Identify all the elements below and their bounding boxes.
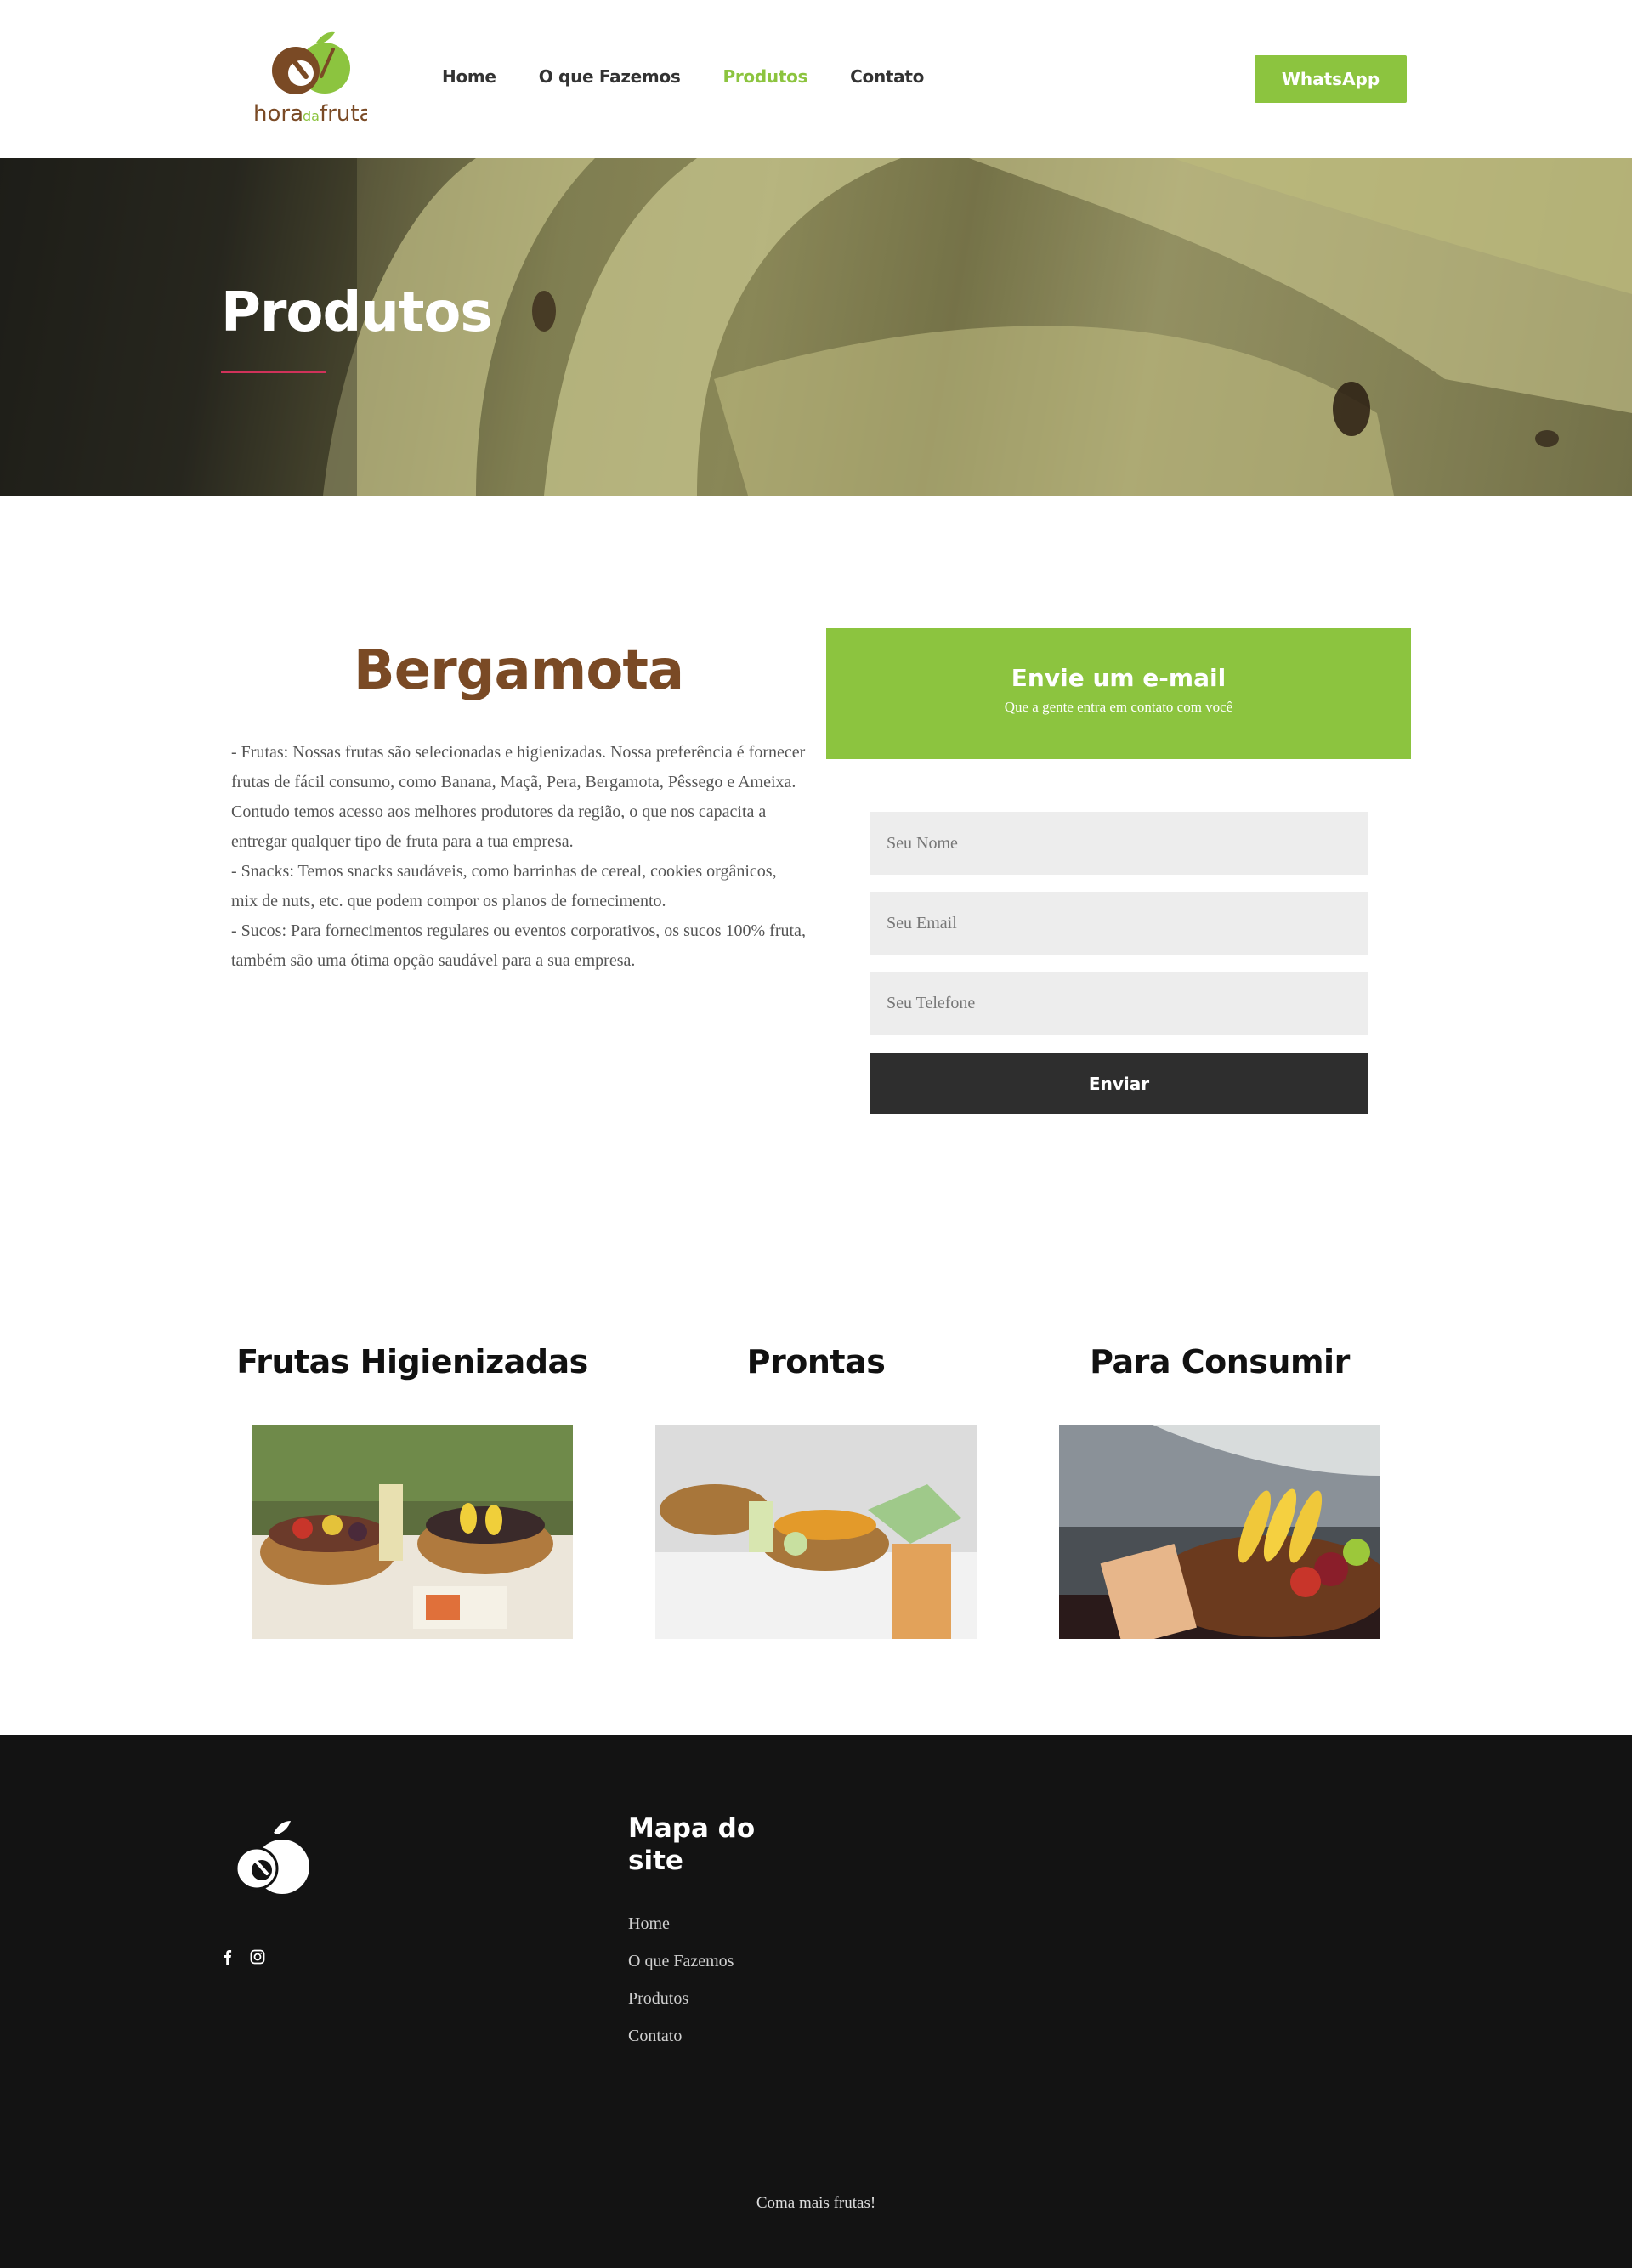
email-field[interactable] (870, 892, 1368, 955)
footer-sitemap-title: Mapa do site (628, 1813, 756, 1876)
main-nav: Home O que Fazemos Produtos Contato (442, 66, 966, 87)
paragraph-sucos: - Sucos: Para fornecimentos regulares ou… (231, 921, 806, 970)
facebook-icon[interactable] (220, 1949, 235, 1965)
footer-apple-icon (235, 1821, 309, 1894)
nav-contato[interactable]: Contato (850, 66, 924, 87)
svg-text:fruta: fruta (320, 101, 367, 127)
page-title: Produtos (221, 281, 492, 344)
footer-link-o-que-fazemos[interactable]: O que Fazemos (628, 1942, 734, 1980)
product-description: - Frutas: Nossas frutas são selecionadas… (231, 738, 806, 976)
gallery-title-prontas: Prontas (746, 1343, 886, 1381)
site-header: hora da fruta Home O que Fazemos Produto… (0, 0, 1632, 158)
footer-logo[interactable] (228, 1819, 318, 1901)
logo-icon: hora da fruta (253, 31, 367, 127)
fruit-baskets-photo (252, 1425, 573, 1639)
gallery-image-frutas-higienizadas[interactable] (252, 1425, 573, 1639)
footer-tagline: Coma mais frutas! (756, 2194, 876, 2212)
nav-o-que-fazemos[interactable]: O que Fazemos (539, 66, 681, 87)
hero-banner: Produtos (0, 158, 1632, 496)
product-title: Bergamota (353, 639, 684, 702)
contact-form-subtitle: Que a gente entra em contato com você (1004, 699, 1233, 715)
site-logo[interactable]: hora da fruta (252, 24, 367, 136)
ready-baskets-photo (655, 1425, 977, 1639)
svg-text:da: da (303, 108, 320, 124)
footer-link-home[interactable]: Home (628, 1905, 734, 1942)
gallery-image-prontas[interactable] (655, 1425, 977, 1639)
gallery-title-para-consumir: Para Consumir (1090, 1343, 1350, 1381)
title-underline (221, 371, 326, 373)
name-field[interactable] (870, 812, 1368, 875)
nav-produtos[interactable]: Produtos (723, 66, 808, 87)
footer-link-contato[interactable]: Contato (628, 2017, 734, 2055)
phone-field[interactable] (870, 972, 1368, 1035)
footer-link-produtos[interactable]: Produtos (628, 1980, 734, 2017)
whatsapp-button[interactable]: WhatsApp (1255, 55, 1407, 103)
svg-text:hora: hora (253, 101, 303, 127)
gallery-image-para-consumir[interactable] (1059, 1425, 1380, 1639)
paragraph-snacks: - Snacks: Temos snacks saudáveis, como b… (231, 862, 777, 910)
nav-home[interactable]: Home (442, 66, 496, 87)
basket-closeup-photo (1059, 1425, 1380, 1639)
contact-form-title: Envie um e-mail (1011, 664, 1227, 692)
site-footer: Mapa do site Home O que Fazemos Produtos… (0, 1735, 1632, 2268)
footer-sitemap-links: Home O que Fazemos Produtos Contato (628, 1905, 734, 2055)
submit-button[interactable]: Enviar (870, 1053, 1368, 1114)
instagram-icon[interactable] (250, 1949, 265, 1965)
contact-form-header: Envie um e-mail Que a gente entra em con… (826, 628, 1411, 759)
gallery-title-frutas-higienizadas: Frutas Higienizadas (236, 1343, 588, 1381)
paragraph-frutas: - Frutas: Nossas frutas são selecionadas… (231, 743, 806, 851)
